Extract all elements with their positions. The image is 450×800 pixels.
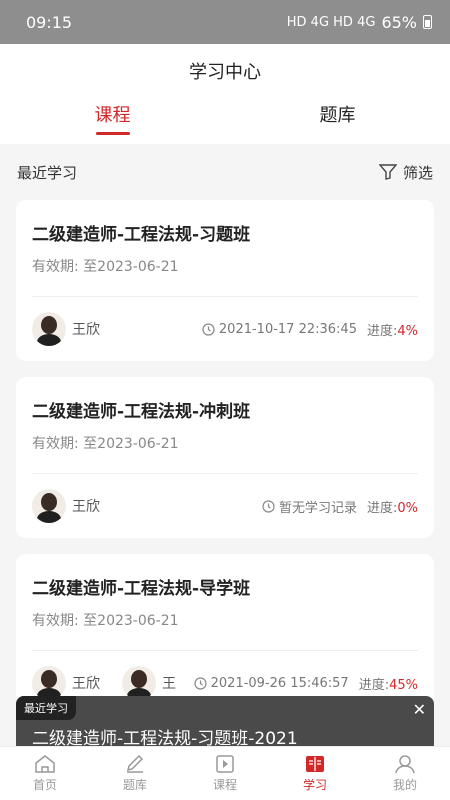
last-study-time: 2021-09-26 15:46:57 xyxy=(194,676,349,691)
course-validity: 有效期: 至2023-06-21 xyxy=(32,436,179,452)
progress: 进度:0% xyxy=(367,497,418,516)
progress-value: 4% xyxy=(397,323,418,339)
status-time: 09:15 xyxy=(26,12,73,32)
bottom-nav: 首页 题库 课程 学习 我的 xyxy=(0,746,450,800)
teacher-name: 王欣 xyxy=(72,322,100,338)
teacher-name: 王欣 xyxy=(72,676,100,692)
status-icons: HD 4G HD 4G 65% xyxy=(287,13,432,32)
nav-label: 课程 xyxy=(212,778,237,792)
clock-icon xyxy=(194,676,207,690)
tab-question-bank[interactable]: 题库 xyxy=(225,94,450,144)
book-icon xyxy=(306,756,324,772)
course-footer: 王欣 暂无学习记录 进度:0% xyxy=(32,474,418,538)
signal-indicators: HD 4G HD 4G xyxy=(286,14,376,30)
course-footer: 王欣 2021-10-17 22:36:45 进度:4% xyxy=(32,297,418,361)
status-bar: 09:15 HD 4G HD 4G 65% xyxy=(0,0,450,44)
clock-icon xyxy=(202,322,215,336)
last-study-time: 2021-10-17 22:36:45 xyxy=(202,322,357,337)
progress-value: 45% xyxy=(389,677,418,693)
time-text: 暂无学习记录 xyxy=(278,500,357,516)
banner-tag: 最近学习 xyxy=(16,696,76,720)
time-text: 2021-09-26 15:46:57 xyxy=(210,675,349,691)
teacher: 王欣 xyxy=(32,489,100,523)
filter-button[interactable]: 筛选 xyxy=(378,162,433,183)
play-icon xyxy=(216,755,234,773)
pencil-icon xyxy=(126,754,144,773)
nav-home[interactable]: 首页 xyxy=(0,747,90,800)
tab-courses[interactable]: 课程 xyxy=(0,94,225,144)
nav-study[interactable]: 学习 xyxy=(270,747,360,800)
section-title: 最近学习 xyxy=(17,163,78,182)
course-card[interactable]: 二级建造师-工程法规-冲刺班 有效期: 至2023-06-21 王欣 暂无学习记… xyxy=(16,377,434,538)
avatar xyxy=(32,489,66,523)
nav-label: 首页 xyxy=(32,778,57,792)
course-validity: 有效期: 至2023-06-21 xyxy=(32,613,179,629)
avatar xyxy=(122,666,156,700)
course-title: 二级建造师-工程法规-导学班 xyxy=(32,579,251,599)
tab-bar: 课程 题库 xyxy=(0,94,450,144)
avatar xyxy=(32,666,66,700)
battery-icon xyxy=(423,15,432,29)
teacher: 王欣 xyxy=(32,666,100,700)
recent-study-banner[interactable]: 最近学习 ✕ 二级建造师-工程法规-习题班-2021 xyxy=(16,696,434,749)
nav-question-bank[interactable]: 题库 xyxy=(90,747,180,800)
nav-courses[interactable]: 课程 xyxy=(180,747,270,800)
progress-value: 0% xyxy=(397,500,418,516)
page-title: 学习中心 xyxy=(189,62,261,83)
teacher: 王 xyxy=(122,666,176,700)
progress: 进度:4% xyxy=(367,320,418,339)
last-study-time: 暂无学习记录 xyxy=(262,497,357,516)
teacher-name: 王 xyxy=(162,676,176,692)
teacher-name: 王欣 xyxy=(72,499,100,515)
section-header: 最近学习 筛选 xyxy=(0,144,450,200)
course-card[interactable]: 二级建造师-工程法规-习题班 有效期: 至2023-06-21 王欣 2021-… xyxy=(16,200,434,361)
nav-label: 我的 xyxy=(392,778,417,792)
progress-label: 进度: xyxy=(366,500,398,516)
avatar xyxy=(32,312,66,346)
filter-icon xyxy=(378,164,397,180)
home-icon xyxy=(35,755,55,773)
battery-percent: 65% xyxy=(381,12,417,32)
time-text: 2021-10-17 22:36:45 xyxy=(218,321,357,337)
header: 学习中心 课程 题库 xyxy=(0,44,450,144)
nav-label: 题库 xyxy=(122,778,147,792)
nav-label: 学习 xyxy=(302,778,327,792)
user-icon xyxy=(395,755,415,774)
teacher: 王欣 xyxy=(32,312,100,346)
filter-label: 筛选 xyxy=(402,163,433,182)
course-card[interactable]: 二级建造师-工程法规-导学班 有效期: 至2023-06-21 王欣 王 202… xyxy=(16,554,434,715)
progress-label: 进度: xyxy=(358,677,390,693)
course-title: 二级建造师-工程法规-习题班 xyxy=(32,225,251,245)
nav-mine[interactable]: 我的 xyxy=(360,747,450,800)
progress: 进度:45% xyxy=(359,674,418,693)
progress-label: 进度: xyxy=(366,323,398,339)
close-icon[interactable]: ✕ xyxy=(413,700,426,719)
clock-icon xyxy=(262,499,275,513)
course-validity: 有效期: 至2023-06-21 xyxy=(32,259,179,275)
course-title: 二级建造师-工程法规-冲刺班 xyxy=(32,402,251,422)
